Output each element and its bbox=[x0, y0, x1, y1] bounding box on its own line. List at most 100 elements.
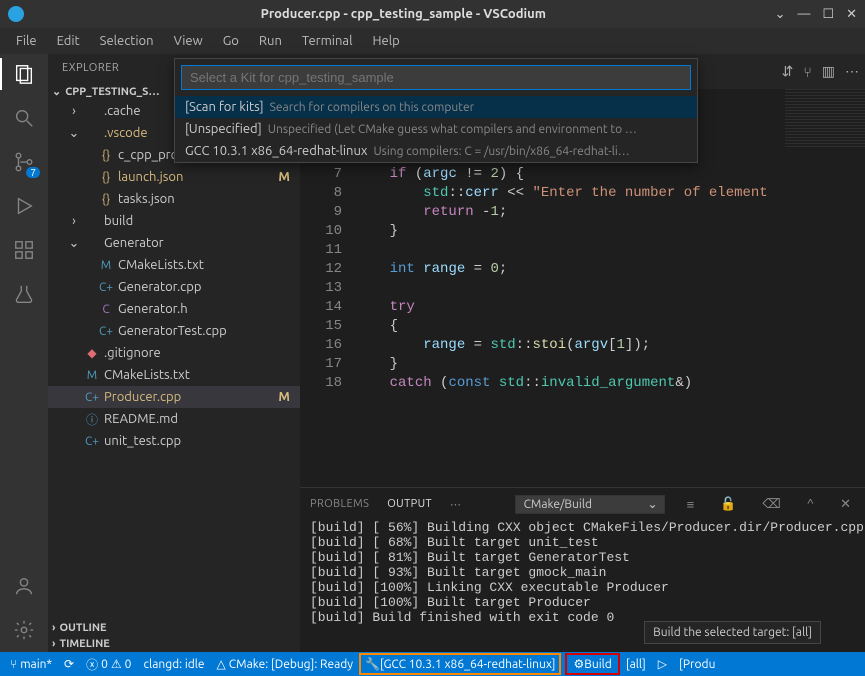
quickpick-item-desc: Search for compilers on this computer bbox=[270, 101, 475, 114]
status-debug[interactable]: ▷ bbox=[652, 652, 673, 676]
tree-item[interactable]: ›build bbox=[48, 210, 300, 232]
menu-terminal[interactable]: Terminal bbox=[294, 32, 361, 50]
tree-item[interactable]: MCMakeLists.txt bbox=[48, 364, 300, 386]
quickpick-item[interactable]: GCC 10.3.1 x86_64-redhat-linuxUsing comp… bbox=[175, 140, 697, 162]
more-actions-icon[interactable]: ⋯ bbox=[845, 63, 859, 80]
warning-icon: ⚠ bbox=[111, 657, 122, 671]
tree-item[interactable]: ⓘREADME.md bbox=[48, 408, 300, 430]
window-title: Producer.cpp - cpp_testing_sample - VSCo… bbox=[32, 7, 775, 21]
split-editor-icon[interactable]: ▥ bbox=[822, 63, 835, 80]
tree-item[interactable]: C+unit_test.cpp bbox=[48, 430, 300, 452]
settings-icon[interactable] bbox=[12, 618, 36, 642]
close-icon[interactable]: ✕ bbox=[846, 7, 857, 22]
timeline-label: TIMELINE bbox=[59, 638, 109, 650]
quickpick-item[interactable]: [Unspecified]Unspecified (Let CMake gues… bbox=[175, 118, 697, 140]
minimize-icon[interactable]: — bbox=[797, 7, 810, 22]
sync-icon: ⟳ bbox=[64, 657, 74, 671]
project-name: CPP_TESTING_S… bbox=[65, 86, 159, 98]
status-launch-target[interactable]: [Produ bbox=[673, 652, 721, 676]
app-logo bbox=[8, 6, 24, 22]
window-menu-icon[interactable]: ⌄ bbox=[775, 7, 786, 22]
chevron-icon: ⌄ bbox=[68, 236, 80, 251]
menu-help[interactable]: Help bbox=[364, 32, 407, 50]
sidebar-title: EXPLORER bbox=[62, 62, 119, 75]
build-tooltip: Build the selected target: [all] bbox=[644, 621, 821, 644]
activity-bar: 7 bbox=[0, 54, 48, 652]
open-changes-icon[interactable]: ⑂ bbox=[803, 64, 811, 80]
tree-item-label: Generator.cpp bbox=[118, 280, 300, 294]
menu-view[interactable]: View bbox=[166, 32, 211, 50]
quickpick-item-label: GCC 10.3.1 x86_64-redhat-linux bbox=[185, 144, 367, 158]
cmake-icon: △ bbox=[217, 657, 226, 671]
filter-icon[interactable]: ≡ bbox=[683, 497, 699, 512]
window-controls: ⌄ — ☐ ✕ bbox=[775, 7, 857, 22]
menu-run[interactable]: Run bbox=[251, 32, 290, 50]
status-problems[interactable]: ⓧ0 ⚠0 bbox=[80, 652, 137, 676]
clear-output-icon[interactable]: ⌫ bbox=[758, 497, 784, 512]
timeline-section-header[interactable]: › TIMELINE bbox=[48, 636, 300, 652]
lock-scroll-icon[interactable]: 🔓 bbox=[716, 497, 740, 512]
tree-item[interactable]: MCMakeLists.txt bbox=[48, 254, 300, 276]
menu-file[interactable]: File bbox=[8, 32, 45, 50]
tab-more[interactable]: ⋯ bbox=[450, 498, 461, 511]
tab-output[interactable]: OUTPUT bbox=[387, 498, 432, 510]
chevron-down-icon: ⌄ bbox=[52, 85, 61, 98]
menu-edit[interactable]: Edit bbox=[49, 32, 88, 50]
tree-item-label: build bbox=[104, 214, 300, 228]
explorer-icon[interactable] bbox=[12, 62, 36, 86]
tree-item[interactable]: {} tasks.json bbox=[48, 188, 300, 210]
status-sync[interactable]: ⟳ bbox=[58, 652, 80, 676]
tree-item[interactable]: CGenerator.h bbox=[48, 298, 300, 320]
tree-item[interactable]: {}launch.jsonM bbox=[48, 166, 300, 188]
debug-icon[interactable] bbox=[12, 194, 36, 218]
menu-go[interactable]: Go bbox=[215, 32, 247, 50]
file-icon: {} bbox=[98, 193, 114, 206]
outline-section-header[interactable]: › OUTLINE bbox=[48, 620, 300, 636]
file-icon: {} bbox=[98, 171, 114, 184]
modified-badge: M bbox=[278, 390, 300, 404]
tree-item-label: Generator bbox=[104, 236, 300, 250]
kit-selector-quickpick: [Scan for kits]Search for compilers on t… bbox=[174, 58, 698, 163]
tree-item[interactable]: C+Generator.cpp bbox=[48, 276, 300, 298]
status-build-target[interactable]: [all] bbox=[620, 652, 652, 676]
tree-item-label: README.md bbox=[104, 412, 300, 426]
test-icon[interactable] bbox=[12, 282, 36, 306]
file-icon: C+ bbox=[84, 435, 100, 448]
file-icon: M bbox=[98, 259, 114, 272]
tab-problems[interactable]: PROBLEMS bbox=[310, 498, 369, 510]
status-clangd[interactable]: clangd: idle bbox=[137, 652, 210, 676]
title-bar: Producer.cpp - cpp_testing_sample - VSCo… bbox=[0, 0, 865, 28]
compare-icon[interactable]: ⇵ bbox=[782, 63, 794, 80]
extensions-icon[interactable] bbox=[12, 238, 36, 262]
quickpick-item-label: [Unspecified] bbox=[185, 122, 262, 136]
tree-item-label: tasks.json bbox=[118, 192, 300, 206]
quickpick-item[interactable]: [Scan for kits]Search for compilers on t… bbox=[175, 96, 697, 118]
menu-selection[interactable]: Selection bbox=[92, 32, 162, 50]
close-panel-icon[interactable]: ✕ bbox=[836, 497, 855, 512]
account-icon[interactable] bbox=[12, 574, 36, 598]
scm-badge: 7 bbox=[26, 167, 40, 178]
tree-item[interactable]: C+Producer.cppM bbox=[48, 386, 300, 408]
panel-tabs: PROBLEMS OUTPUT ⋯ CMake/Build ≡ 🔓 ⌫ ^ ✕ bbox=[300, 488, 865, 520]
file-icon: C bbox=[98, 303, 114, 316]
maximize-icon[interactable]: ☐ bbox=[822, 7, 834, 22]
tree-item[interactable]: ◆.gitignore bbox=[48, 342, 300, 364]
tree-item-label: launch.json bbox=[118, 170, 274, 184]
outline-label: OUTLINE bbox=[59, 622, 106, 634]
maximize-panel-icon[interactable]: ^ bbox=[803, 497, 818, 511]
file-tree: ›.cache⌄.vscode{}c_cpp_properties.json{}… bbox=[48, 100, 300, 620]
tree-item-label: GeneratorTest.cpp bbox=[118, 324, 300, 338]
quickpick-input[interactable] bbox=[181, 65, 691, 90]
source-control-icon[interactable]: 7 bbox=[12, 150, 36, 174]
output-channel-selector[interactable]: CMake/Build bbox=[515, 495, 665, 514]
search-icon[interactable] bbox=[12, 106, 36, 130]
tree-item[interactable]: C+GeneratorTest.cpp bbox=[48, 320, 300, 342]
status-branch[interactable]: ⑂main* bbox=[4, 652, 58, 676]
tree-item-label: CMakeLists.txt bbox=[104, 368, 300, 382]
minimap[interactable] bbox=[785, 89, 865, 487]
status-build-button[interactable]: ⚙Build bbox=[565, 653, 619, 675]
status-active-kit[interactable]: 🔧[GCC 10.3.1 x86_64-redhat-linux] bbox=[359, 653, 561, 675]
status-cmake[interactable]: △CMake: [Debug]: Ready bbox=[211, 652, 360, 676]
branch-icon: ⑂ bbox=[10, 658, 17, 671]
tree-item[interactable]: ⌄ Generator bbox=[48, 232, 300, 254]
